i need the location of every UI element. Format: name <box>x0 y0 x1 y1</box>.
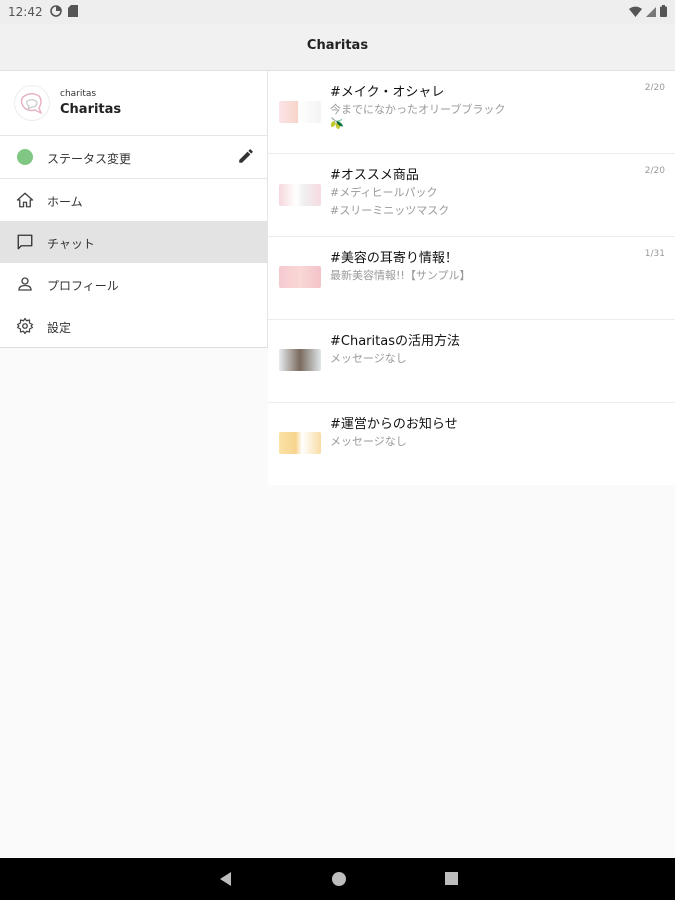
chat-title: #美容の耳寄り情報！ <box>330 251 458 266</box>
chat-preview: メッセージなし <box>330 352 407 365</box>
chat-item-make[interactable]: #メイク・オシャレ 今までになかったオリーブブラック 🫒 2/20 <box>268 71 675 154</box>
chat-thumbnail <box>279 349 321 371</box>
status-change-row[interactable]: ステータス変更 <box>0 136 267 179</box>
profile-subtitle: charitas <box>60 89 97 99</box>
home-icon <box>16 191 34 213</box>
chat-item-howto[interactable]: #Charitasの活用方法 メッセージなし <box>268 320 675 403</box>
nav-item-profile[interactable]: プロフィール <box>0 263 267 305</box>
sd-card-icon <box>68 5 78 20</box>
chat-thumbnail <box>279 184 321 206</box>
chat-preview: 最新美容情報!!【サンプル】 <box>330 269 471 282</box>
person-icon <box>16 275 34 297</box>
chat-title: #Charitasの活用方法 <box>330 334 460 349</box>
app-title: Charitas <box>306 38 369 53</box>
back-icon[interactable] <box>218 871 232 891</box>
recents-square-icon[interactable] <box>444 871 459 890</box>
wifi-icon <box>629 6 642 20</box>
profile-name: Charitas <box>60 102 122 117</box>
nav-label-home: ホーム <box>47 195 83 209</box>
chat-preview: #メディヒールパック <box>330 186 438 199</box>
chat-title: #オススメ商品 <box>330 168 419 183</box>
chat-list: #メイク・オシャレ 今までになかったオリーブブラック 🫒 2/20 #オススメ商… <box>268 71 675 485</box>
chat-item-recommend[interactable]: #オススメ商品 #メディヒールパック #スリーミニッツマスク 2/20 <box>268 154 675 237</box>
side-drawer: charitas Charitas ステータス変更 ホーム チャット プロフィー… <box>0 71 268 348</box>
chat-icon <box>16 233 34 255</box>
chat-preview-emoji: 🫒 <box>330 117 344 130</box>
signal-icon <box>646 6 656 20</box>
nav-item-chat[interactable]: チャット <box>0 221 267 263</box>
chat-thumbnail <box>279 266 321 288</box>
chat-item-news[interactable]: #運営からのお知らせ メッセージなし <box>268 403 675 485</box>
data-saver-icon <box>50 5 62 20</box>
app-bar: Charitas <box>0 24 675 71</box>
edit-pencil-icon[interactable] <box>237 147 255 169</box>
chat-title: #メイク・オシャレ <box>330 85 445 100</box>
status-time: 12:42 <box>8 5 43 19</box>
chat-date: 1/31 <box>644 249 665 259</box>
chat-thumbnail <box>279 101 321 123</box>
chat-date: 2/20 <box>644 166 665 176</box>
nav-label-profile: プロフィール <box>47 279 119 293</box>
chat-preview-2: #スリーミニッツマスク <box>330 204 450 217</box>
gear-icon <box>16 317 34 339</box>
chat-preview: 今までになかったオリーブブラック <box>330 103 506 116</box>
nav-item-settings[interactable]: 設定 <box>0 305 267 347</box>
nav-label-chat: チャット <box>47 237 95 251</box>
home-circle-icon[interactable] <box>331 871 347 891</box>
nav-label-settings: 設定 <box>47 321 72 335</box>
chat-title: #運営からのお知らせ <box>330 417 458 432</box>
chat-thumbnail <box>279 432 321 454</box>
system-nav-bar <box>0 858 675 900</box>
avatar <box>14 85 50 121</box>
battery-icon <box>660 5 667 20</box>
chat-preview: メッセージなし <box>330 435 407 448</box>
profile-header[interactable]: charitas Charitas <box>0 71 267 136</box>
chat-item-beauty[interactable]: #美容の耳寄り情報！ 最新美容情報!!【サンプル】 1/31 <box>268 237 675 320</box>
chat-date: 2/20 <box>644 83 665 93</box>
status-dot <box>17 149 33 165</box>
nav-item-home[interactable]: ホーム <box>0 179 267 221</box>
status-change-label: ステータス変更 <box>47 152 132 166</box>
status-bar: 12:42 <box>0 0 675 24</box>
